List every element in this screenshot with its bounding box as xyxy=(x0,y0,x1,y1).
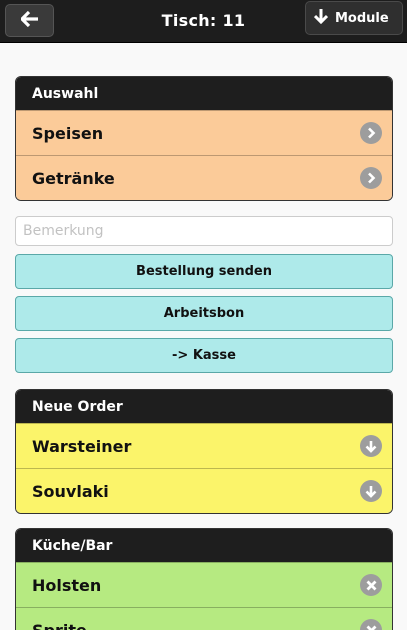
list-item-label: Speisen xyxy=(32,123,104,143)
kitchen-bar-heading: Küche/Bar xyxy=(16,529,392,562)
arrow-down-circle-icon[interactable] xyxy=(360,480,382,502)
arrow-down-circle-icon[interactable] xyxy=(360,435,382,457)
new-order-item-souvlaki[interactable]: Souvlaki xyxy=(16,468,392,513)
chevron-right-icon xyxy=(360,167,382,189)
arrow-left-icon xyxy=(19,10,39,31)
workslip-button[interactable]: Arbeitsbon xyxy=(15,296,393,331)
close-circle-icon[interactable] xyxy=(360,619,382,630)
module-label: Module xyxy=(335,10,389,26)
top-bar: Tisch: 11 Module xyxy=(0,0,407,43)
checkout-button[interactable]: -> Kasse xyxy=(15,338,393,373)
list-item-label: Holsten xyxy=(32,575,102,595)
new-order-heading: Neue Order xyxy=(16,390,392,423)
module-button[interactable]: Module xyxy=(305,1,403,35)
new-order-group: Neue Order Warsteiner Souvlaki xyxy=(15,389,393,514)
kitchen-bar-group: Küche/Bar Holsten Sprite xyxy=(15,528,393,630)
auswahl-group: Auswahl Speisen Getränke xyxy=(15,76,393,201)
list-item-label: Souvlaki xyxy=(32,481,109,501)
auswahl-item-speisen[interactable]: Speisen xyxy=(16,110,392,155)
list-item-label: Sprite xyxy=(32,620,87,630)
close-circle-icon[interactable] xyxy=(360,574,382,596)
remark-input[interactable] xyxy=(15,216,393,246)
new-order-item-warsteiner[interactable]: Warsteiner xyxy=(16,423,392,468)
back-button[interactable] xyxy=(5,4,54,37)
auswahl-item-getraenke[interactable]: Getränke xyxy=(16,155,392,200)
auswahl-heading: Auswahl xyxy=(16,77,392,110)
arrow-down-icon xyxy=(313,8,329,28)
send-order-button[interactable]: Bestellung senden xyxy=(15,254,393,289)
kitchen-item-sprite[interactable]: Sprite xyxy=(16,607,392,630)
list-item-label: Getränke xyxy=(32,168,115,188)
list-item-label: Warsteiner xyxy=(32,436,132,456)
chevron-right-icon xyxy=(360,122,382,144)
kitchen-item-holsten[interactable]: Holsten xyxy=(16,562,392,607)
